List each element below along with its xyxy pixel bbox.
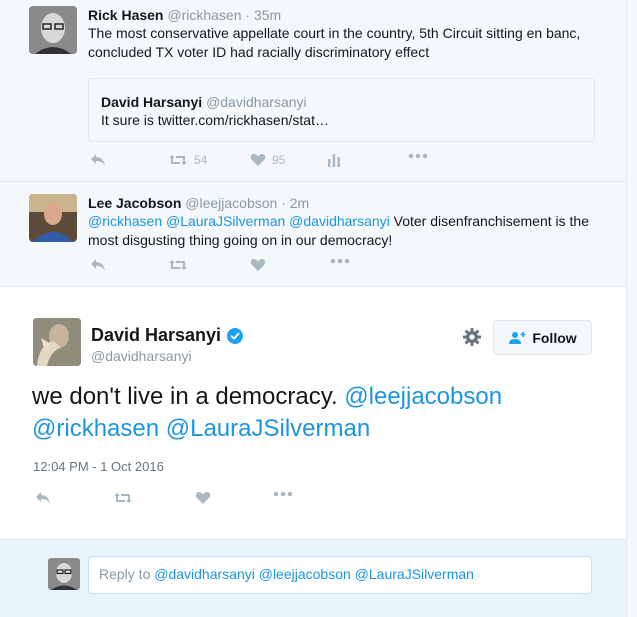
more-button[interactable] xyxy=(273,491,293,497)
retweet-icon xyxy=(169,260,187,270)
like-button[interactable]: 95 xyxy=(250,153,285,167)
heart-icon xyxy=(250,258,266,271)
tweet-mentions[interactable]: @rickhasen @LauraJSilverman @davidharsan… xyxy=(88,213,390,229)
retweet-button[interactable] xyxy=(113,491,133,505)
tweet-text-line1: Voter disenfranchisement is the xyxy=(389,213,589,229)
avatar[interactable] xyxy=(33,318,81,366)
author-name[interactable]: Lee Jacobson xyxy=(88,195,181,211)
avatar[interactable] xyxy=(29,6,77,54)
author-name[interactable]: Rick Hasen xyxy=(88,7,163,23)
tweet-actions xyxy=(35,491,335,511)
reply-button[interactable] xyxy=(90,258,106,272)
tweet-actions: 54 95 xyxy=(90,153,450,173)
reply-button[interactable] xyxy=(90,153,106,167)
mention-laurajsilverman[interactable]: @LauraJSilverman xyxy=(166,415,370,442)
author-handle[interactable]: @leejjacobson xyxy=(185,195,277,211)
quoted-header: David Harsanyi @davidharsanyi xyxy=(101,94,307,110)
analytics-icon xyxy=(328,154,340,167)
more-icon xyxy=(408,153,428,159)
scrollbar-track[interactable] xyxy=(626,0,637,617)
author-handle[interactable]: @rickhasen xyxy=(167,7,241,23)
heart-icon xyxy=(195,491,211,504)
quoted-tweet[interactable]: David Harsanyi @davidharsanyi It sure is… xyxy=(88,78,595,142)
tweet-text: The most conservative appellate court in… xyxy=(88,25,581,60)
reply-prefix: Reply to xyxy=(99,566,155,582)
retweet-button[interactable]: 54 xyxy=(168,153,207,167)
retweet-button[interactable] xyxy=(168,258,188,272)
context-tweet-lee-jacobson[interactable]: Lee Jacobson @leejjacobson · 2m @rickhas… xyxy=(0,182,626,286)
tweet-text-line2: most disgusting thing going on in our de… xyxy=(88,232,393,248)
reply-mentions: @davidharsanyi @leejjacobson @LauraJSilv… xyxy=(154,566,474,582)
reply-icon xyxy=(36,492,50,504)
gear-icon[interactable] xyxy=(462,327,482,347)
retweet-icon xyxy=(114,493,132,503)
like-button[interactable] xyxy=(195,491,211,505)
tweet-header: Lee Jacobson @leejjacobson · 2m xyxy=(88,195,309,211)
like-count: 95 xyxy=(272,153,286,167)
retweet-count: 54 xyxy=(194,153,208,167)
tweet-text: we don't live in a democracy. @leejjacob… xyxy=(32,381,592,445)
reply-bar: Reply to @davidharsanyi @leejjacobson @L… xyxy=(0,541,626,617)
reply-icon xyxy=(91,154,105,166)
avatar[interactable] xyxy=(29,194,77,242)
tweet-timestamp[interactable]: 12:04 PM - 1 Oct 2016 xyxy=(33,459,164,474)
quoted-text: It sure is twitter.com/rickhasen/stat… xyxy=(101,112,329,128)
mention-rickhasen[interactable]: @rickhasen xyxy=(32,415,159,442)
verified-badge-icon xyxy=(227,327,244,344)
follow-button[interactable]: Follow xyxy=(493,320,592,355)
tweet-text-plain: we don't live in a democracy. xyxy=(32,383,345,410)
tweet-header: Rick Hasen @rickhasen · 35m xyxy=(88,7,281,23)
reply-icon xyxy=(91,259,105,271)
like-button[interactable] xyxy=(250,258,266,272)
main-tweet: David Harsanyi @davidharsanyi Follow we … xyxy=(0,286,626,540)
author-name-text[interactable]: David Harsanyi xyxy=(91,325,221,346)
heart-icon xyxy=(250,153,266,166)
add-user-icon xyxy=(509,331,526,344)
mention-leejjacobson[interactable]: @leejjacobson xyxy=(344,383,502,410)
tweet-actions xyxy=(90,258,450,278)
tweet-time[interactable]: · 35m xyxy=(245,7,281,23)
retweet-icon xyxy=(169,155,187,165)
more-button[interactable] xyxy=(330,258,350,264)
follow-label: Follow xyxy=(532,329,577,346)
quoted-author-handle: @davidharsanyi xyxy=(206,94,307,110)
reply-input[interactable]: Reply to @davidharsanyi @leejjacobson @L… xyxy=(88,556,592,594)
more-icon xyxy=(330,258,350,264)
author-name[interactable]: David Harsanyi xyxy=(91,325,244,346)
more-button[interactable] xyxy=(408,153,428,159)
analytics-button[interactable] xyxy=(327,153,341,167)
context-tweet-rick-hasen[interactable]: Rick Hasen @rickhasen · 35m The most con… xyxy=(0,0,626,182)
current-user-avatar xyxy=(48,558,80,590)
author-handle[interactable]: @davidharsanyi xyxy=(91,348,192,364)
tweet-text: @rickhasen @LauraJSilverman @davidharsan… xyxy=(88,212,608,250)
tweet-time[interactable]: · 2m xyxy=(281,195,309,211)
reply-button[interactable] xyxy=(35,491,51,505)
more-icon xyxy=(273,491,293,497)
quoted-author-name: David Harsanyi xyxy=(101,94,203,110)
